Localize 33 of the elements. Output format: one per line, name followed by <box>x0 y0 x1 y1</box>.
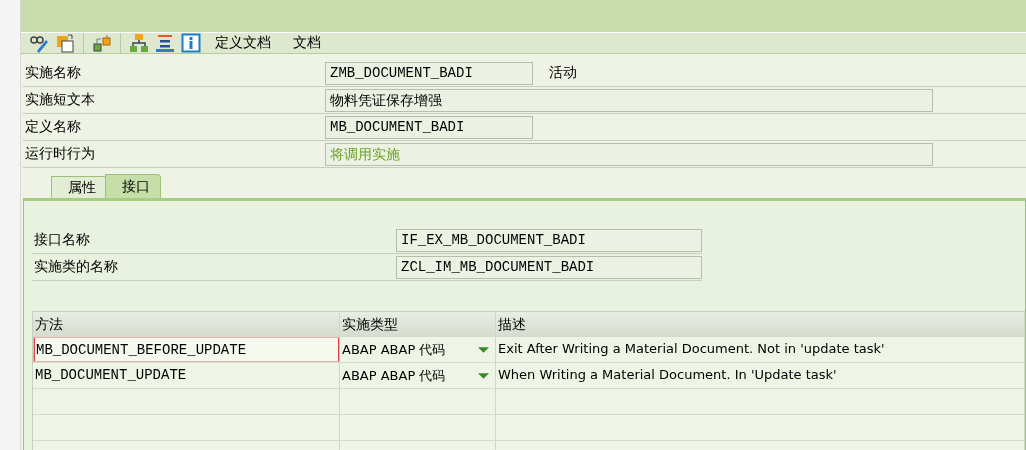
table-cell[interactable]: MB_DOCUMENT_UPDATE <box>33 363 340 388</box>
table-cell[interactable]: MB_DOCUMENT_BEFORE_UPDATE <box>33 337 340 362</box>
input-field[interactable]: IF_EX_MB_DOCUMENT_BADI <box>396 228 702 252</box>
field-label: 接口名称 <box>33 231 91 249</box>
blocks-icon[interactable] <box>92 33 112 53</box>
tab[interactable]: 属性 <box>51 176 107 198</box>
field-label: 定义名称 <box>24 118 82 136</box>
toolbar-button[interactable]: 定义文档 <box>207 34 279 52</box>
tab[interactable]: 接口 <box>105 174 161 198</box>
dropdown-icon[interactable] <box>478 372 489 379</box>
input-field[interactable]: 物料凭证保存增强 <box>325 88 933 112</box>
column-header[interactable]: 实施类型 <box>340 312 496 336</box>
table-cell: When Writing a Material Document. In 'Update task' <box>496 363 1025 388</box>
text-lines-icon[interactable] <box>155 33 175 53</box>
field-label: 实施短文本 <box>24 91 96 109</box>
glasses-pencil-icon[interactable] <box>29 33 49 53</box>
table-cell[interactable]: ABAP ABAP 代码 <box>342 337 446 362</box>
input-field[interactable]: MB_DOCUMENT_BADI <box>325 115 533 139</box>
hierarchy-icon[interactable] <box>129 33 149 53</box>
input-field[interactable]: ZCL_IM_MB_DOCUMENT_BADI <box>396 255 702 279</box>
table-cell[interactable]: ABAP ABAP 代码 <box>342 363 446 388</box>
info-icon[interactable] <box>181 33 201 53</box>
input-field[interactable]: ZMB_DOCUMENT_BADI <box>325 61 533 85</box>
table-cell: Exit After Writing a Material Document. Not in 'update task' <box>496 337 1025 362</box>
copy-icon[interactable] <box>55 33 75 53</box>
field-label: 运行时行为 <box>24 145 96 163</box>
field-label: 实施类的名称 <box>33 258 119 276</box>
toolbar-button[interactable]: 文档 <box>285 34 329 52</box>
status-text: 活动 <box>549 64 577 82</box>
column-header[interactable]: 方法 <box>33 312 340 336</box>
column-header[interactable]: 描述 <box>496 312 1025 336</box>
dropdown-icon[interactable] <box>478 346 489 353</box>
field-label: 实施名称 <box>24 64 82 82</box>
